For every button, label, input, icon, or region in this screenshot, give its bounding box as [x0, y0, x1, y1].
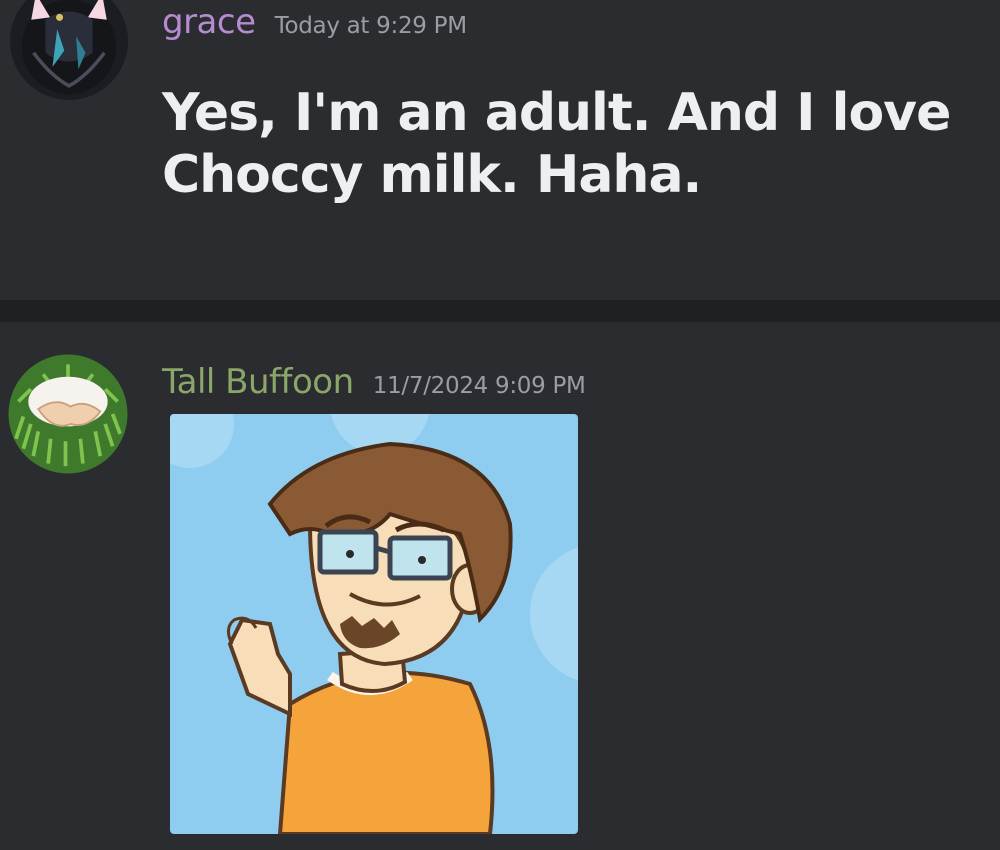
timestamp[interactable]: 11/7/2024 9:09 PM: [373, 373, 586, 399]
username[interactable]: grace: [162, 2, 256, 42]
avatar[interactable]: [10, 0, 128, 100]
cat-avatar-icon: [10, 0, 128, 100]
message-text: Yes, I'm an adult. And I love Choccy mil…: [162, 83, 951, 205]
cartoon-man-thumbs-up-image: [170, 414, 578, 834]
timestamp[interactable]: Today at 9:29 PM: [275, 13, 467, 39]
grass-handshake-avatar-icon: [6, 352, 130, 476]
avatar[interactable]: [6, 352, 130, 476]
message-grace: grace Today at 9:29 PM Yes, I'm an adult…: [0, 0, 1000, 300]
image-attachment[interactable]: [170, 414, 578, 834]
message-header: grace Today at 9:29 PM: [162, 2, 467, 42]
chat-view: grace Today at 9:29 PM Yes, I'm an adult…: [0, 0, 1000, 850]
message-tall-buffoon: Tall Buffoon 11/7/2024 9:09 PM: [0, 322, 1000, 850]
username[interactable]: Tall Buffoon: [162, 362, 354, 402]
message-header: Tall Buffoon 11/7/2024 9:09 PM: [162, 362, 586, 402]
message-divider: [0, 300, 1000, 322]
